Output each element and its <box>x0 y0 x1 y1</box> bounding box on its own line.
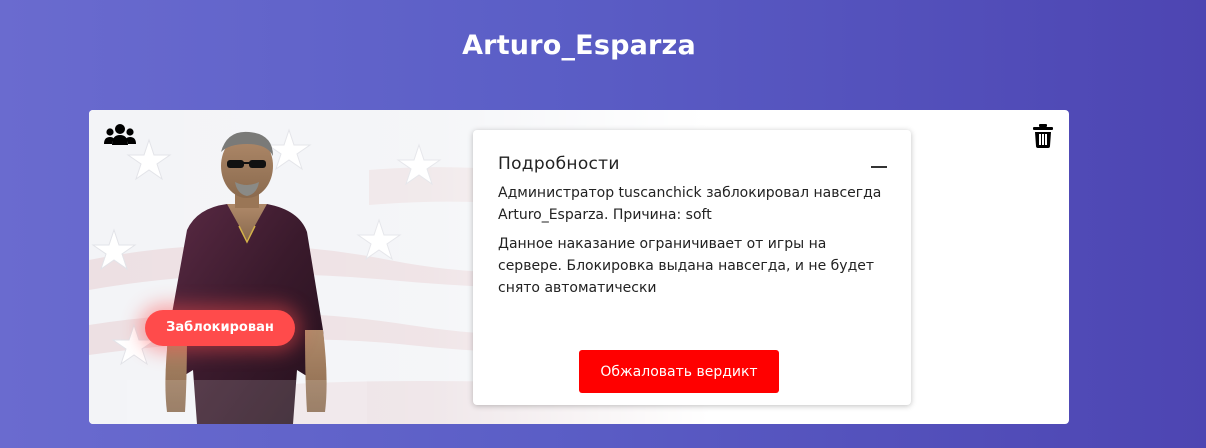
ban-message: Администратор tuscanchick заблокировал н… <box>498 185 882 223</box>
punishment-info: Данное наказание ограничивает от игры на… <box>498 236 875 296</box>
player-name-title: Arturo_Esparza <box>462 30 696 61</box>
player-skin-image <box>127 131 367 424</box>
collapse-icon[interactable] <box>871 166 887 168</box>
status-badge: Заблокирован <box>145 310 295 346</box>
player-card: Заблокирован Подробности Администратор t… <box>89 110 1069 424</box>
details-panel: Подробности Администратор tuscanchick за… <box>473 130 911 405</box>
trash-icon[interactable] <box>1033 124 1053 148</box>
details-heading: Подробности <box>498 154 620 174</box>
appeal-button[interactable]: Обжаловать вердикт <box>579 350 779 393</box>
